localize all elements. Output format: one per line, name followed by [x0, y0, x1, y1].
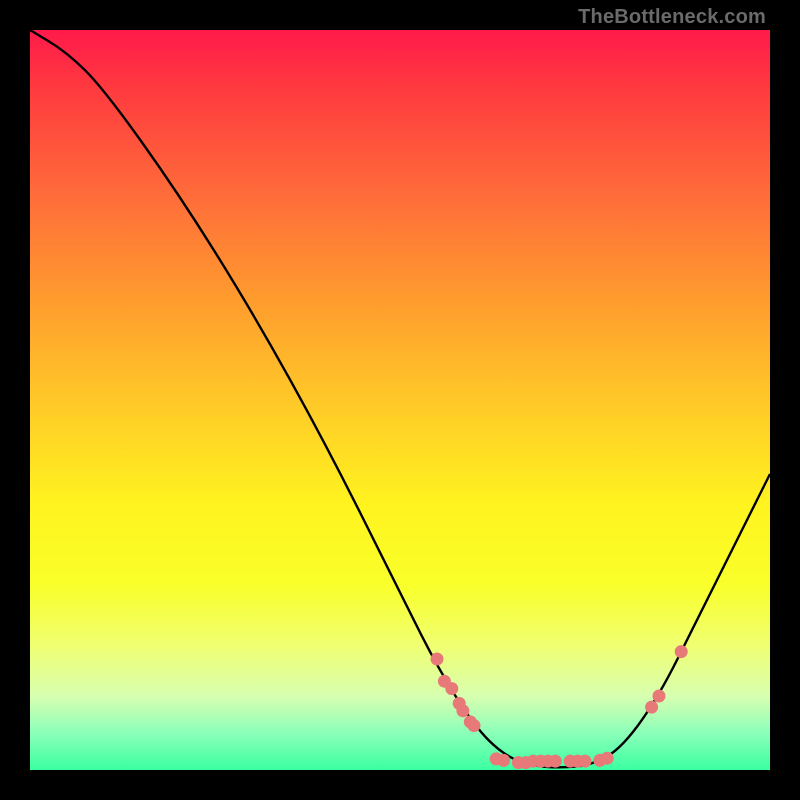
- data-dot: [468, 719, 481, 732]
- data-dot: [645, 701, 658, 714]
- data-dot: [549, 755, 562, 768]
- data-dot: [431, 653, 444, 666]
- data-dot: [445, 682, 458, 695]
- chart-frame: [30, 30, 770, 770]
- data-dot: [675, 645, 688, 658]
- bottleneck-curve: [30, 30, 770, 767]
- data-dots-group: [431, 645, 688, 769]
- data-dot: [579, 755, 592, 768]
- data-dot: [456, 704, 469, 717]
- data-dot: [497, 754, 510, 767]
- data-dot: [653, 690, 666, 703]
- chart-svg: [30, 30, 770, 770]
- data-dot: [601, 752, 614, 765]
- attribution-text: TheBottleneck.com: [578, 6, 766, 29]
